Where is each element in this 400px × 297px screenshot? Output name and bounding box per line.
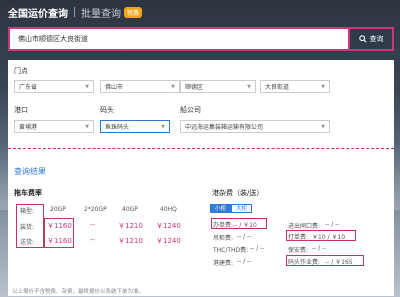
loading-40gp: ￥1210 <box>118 222 143 230</box>
crane-fee-value: -- / -- <box>237 233 252 240</box>
delivery-2x20gp: -- <box>90 236 96 244</box>
port-misc-title: 港杂费（装/送） <box>212 189 264 197</box>
district-value: 顺德区 <box>185 84 204 91</box>
header-2x20gp: 2*20GP <box>84 206 107 213</box>
port-value: 黄埔港 <box>19 124 38 131</box>
origin-label: 门点 <box>14 67 28 75</box>
terminal-label: 码头 <box>100 106 114 114</box>
container-type-label: 箱型: <box>20 208 35 215</box>
loading-2x20gp: -- <box>90 221 96 229</box>
search-input[interactable]: 佛山市顺德区大良街道 <box>8 27 348 51</box>
chevron-down-icon: ▼ <box>247 83 251 90</box>
search-icon <box>358 35 367 43</box>
carrier-value: 中远海运集装箱运输有限公司 <box>185 124 264 131</box>
footnote: 以上报价不含税费、杂费，最终报价以系统下单为准。 <box>12 289 145 295</box>
header-40hq: 40HQ <box>160 206 177 213</box>
thc-fee-value: -- / -- <box>250 245 265 252</box>
security-fee-label: 保安费: <box>288 247 309 254</box>
section-divider <box>8 148 394 149</box>
carrier-select[interactable]: 中远海运集装箱运输有限公司 ▼ <box>180 120 330 133</box>
trailer-rate-title: 拖车费率 <box>14 189 42 197</box>
chevron-down-icon: ▼ <box>171 83 175 90</box>
gate-fee-label: 进出闸口费: <box>288 223 321 230</box>
loading-label: 装货: <box>20 224 35 231</box>
province-value: 广东省 <box>19 84 38 91</box>
terminal-op-fee-label: 码头作业费: <box>288 259 321 266</box>
chevron-down-icon: ▼ <box>321 83 325 90</box>
street-select[interactable]: 大良街道 ▼ <box>260 80 330 93</box>
thc-fee-label: THC/THD费: <box>213 247 249 254</box>
chevron-down-icon: ▼ <box>161 123 165 130</box>
port-construction-value: -- / -- <box>237 258 252 265</box>
tab-national-rate[interactable]: 全国运价查询 <box>8 5 68 20</box>
search-button-label: 查询 <box>369 35 384 43</box>
street-value: 大良街道 <box>265 84 290 91</box>
delivery-20gp: ￥1160 <box>47 237 72 245</box>
port-construction-label: 港建费: <box>213 260 234 267</box>
delivery-label: 送货: <box>20 239 35 246</box>
port-label: 港口 <box>14 106 28 114</box>
toggle-small[interactable]: 小柜 <box>210 204 232 213</box>
tab-divider <box>74 7 75 17</box>
print-fee-value: ￥10 / ￥10 <box>312 234 346 241</box>
search-button[interactable]: 查询 <box>348 27 394 51</box>
chevron-down-icon: ▼ <box>85 83 89 90</box>
delivery-40gp: ￥1210 <box>118 237 143 245</box>
province-select[interactable]: 广东省 ▼ <box>14 80 94 93</box>
loading-20gp: ￥1160 <box>47 222 72 230</box>
print-fee-label: 打单费: <box>288 234 309 241</box>
doc-fee-label: 办单费: <box>213 222 234 229</box>
city-value: 佛山市 <box>105 84 124 91</box>
security-fee-value: -- / -- <box>312 245 327 252</box>
terminal-select[interactable]: 鱼珠码头 ▼ <box>100 120 170 133</box>
delivery-40hq: ￥1240 <box>156 237 181 245</box>
gate-fee-value: -- / -- <box>325 221 340 228</box>
terminal-value: 鱼珠码头 <box>105 124 130 131</box>
container-size-toggle: 小柜 大柜 <box>210 204 253 213</box>
chevron-down-icon: ▼ <box>85 123 89 130</box>
top-tabs: 全国运价查询 批量查询 特惠 <box>8 4 143 20</box>
header-40gp: 40GP <box>122 206 138 213</box>
city-select[interactable]: 佛山市 ▼ <box>100 80 180 93</box>
header-20gp: 20GP <box>50 206 66 213</box>
toggle-large[interactable]: 大柜 <box>231 204 253 213</box>
crane-fee-label: 吊柜费: <box>213 235 234 242</box>
district-select[interactable]: 顺德区 ▼ <box>180 80 256 93</box>
carrier-label: 船公司 <box>180 106 201 114</box>
doc-fee-value: -- / ￥10 <box>233 222 257 229</box>
search-bar: 佛山市顺德区大良街道 查询 <box>8 27 394 51</box>
results-title: 查询结果 <box>14 167 46 176</box>
tab-batch-query[interactable]: 批量查询 <box>81 5 121 20</box>
promo-badge: 特惠 <box>124 6 143 18</box>
port-select[interactable]: 黄埔港 ▼ <box>14 120 94 133</box>
loading-40hq: ￥1240 <box>156 222 181 230</box>
terminal-op-fee-value: -- / ￥165 <box>325 259 353 266</box>
chevron-down-icon: ▼ <box>321 123 325 130</box>
